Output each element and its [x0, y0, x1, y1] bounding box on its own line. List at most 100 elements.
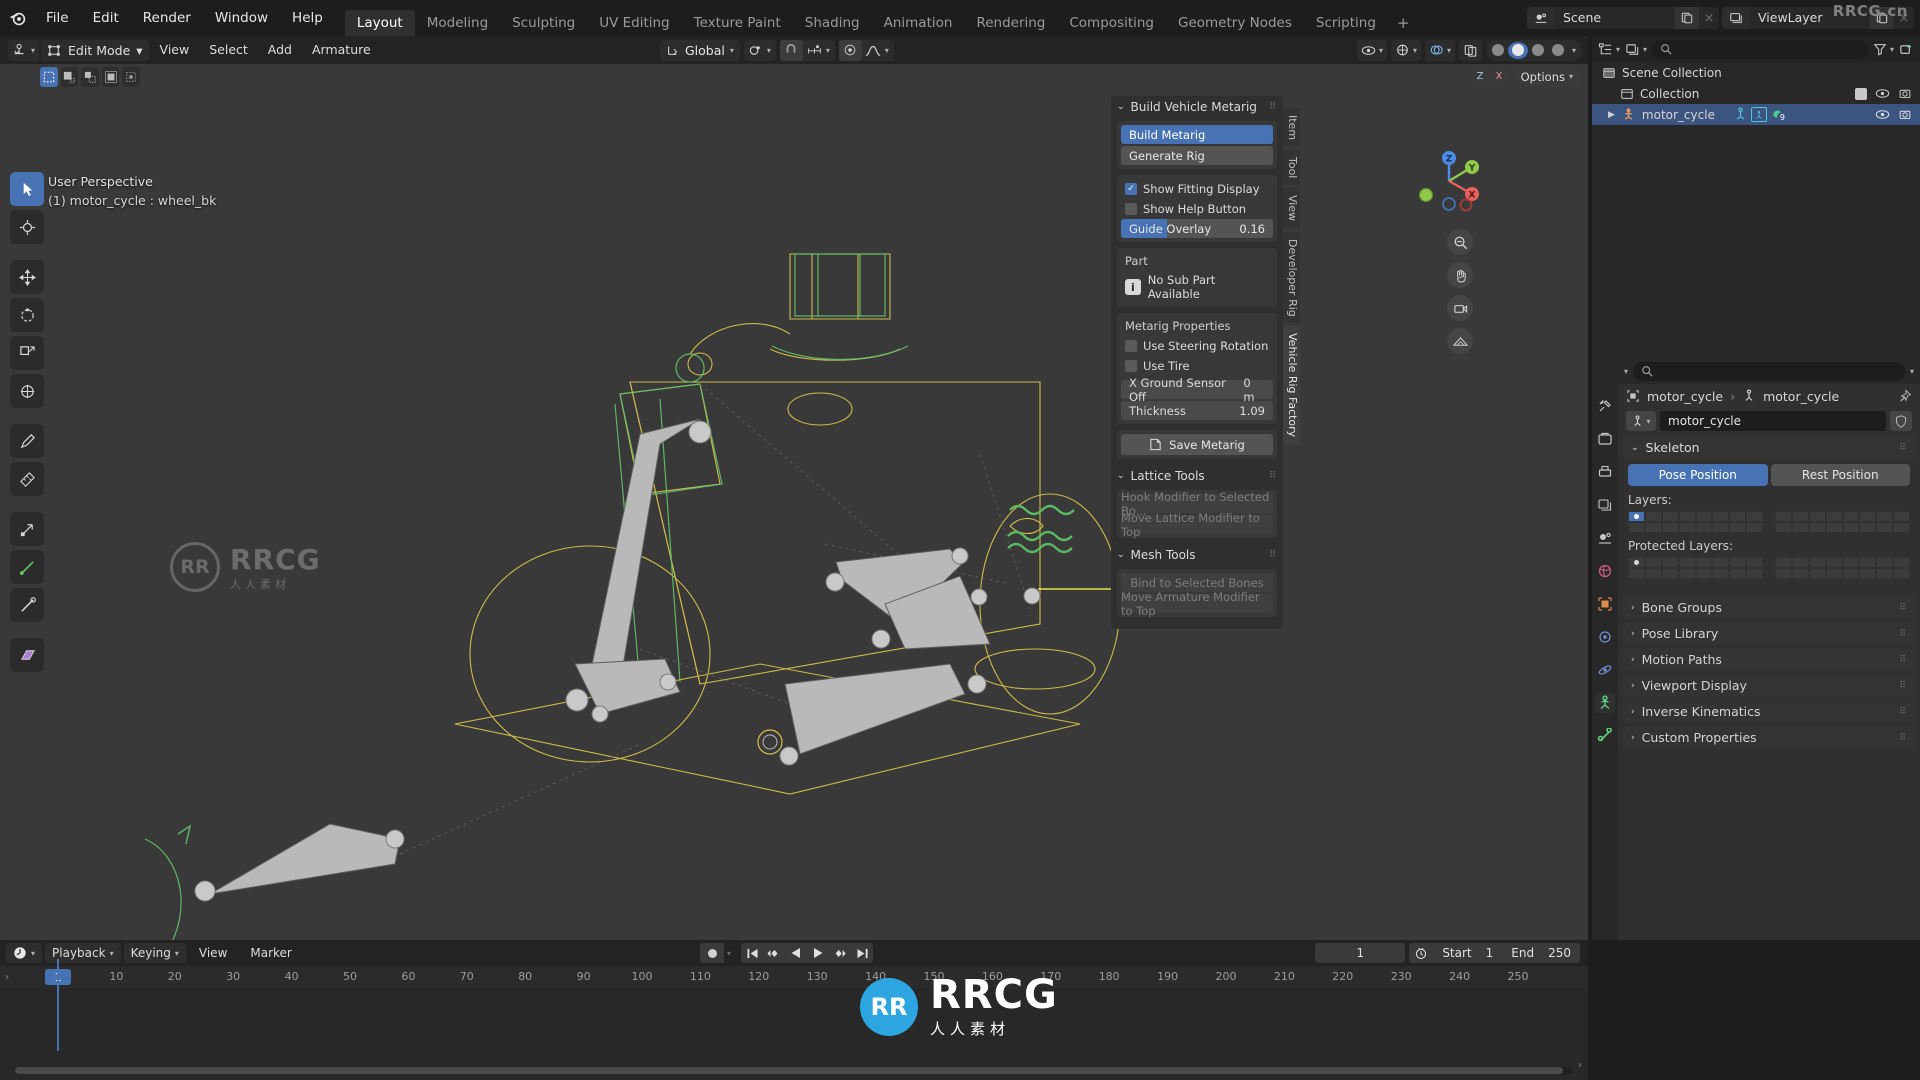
protected-grid-right[interactable] — [1775, 557, 1910, 579]
protected-layer-cell[interactable] — [1729, 568, 1747, 579]
layer-cell[interactable] — [1746, 511, 1763, 522]
disclosure-triangle-icon[interactable]: ▶ — [1608, 110, 1615, 120]
panel-header-lattice-tools[interactable]: ⌄ Lattice Tools ⠿ — [1111, 465, 1283, 487]
layer-cell[interactable] — [1628, 511, 1645, 522]
properties-search-field[interactable] — [1658, 364, 1897, 378]
timeline-menu-keying[interactable]: Keying ▾ — [123, 943, 186, 963]
timeline-ruler[interactable]: › 10 20 30 40 50 60 70 80 90 100 110 120 130 140 150 16… — [0, 966, 1588, 988]
properties-tab-bone[interactable] — [1595, 726, 1615, 746]
menu-render[interactable]: Render — [131, 0, 203, 36]
pin-icon[interactable] — [1898, 389, 1912, 403]
sidebar-tab-vehicle-rig-factory[interactable]: Vehicle Rig Factory — [1283, 326, 1300, 445]
menu-help[interactable]: Help — [280, 0, 335, 36]
guide-overlay-slider[interactable]: Guide Overlay 0.16 — [1121, 219, 1273, 238]
protected-layer-cell[interactable] — [1628, 568, 1645, 579]
workspace-tab-uv-editing[interactable]: UV Editing — [587, 10, 681, 36]
workspace-tab-geometry-nodes[interactable]: Geometry Nodes — [1166, 10, 1304, 36]
current-frame-field[interactable]: 1 — [1315, 943, 1406, 963]
layer-cell[interactable] — [1808, 522, 1826, 533]
use-tire-row[interactable]: Use Tire — [1121, 356, 1273, 376]
protected-layer-cell[interactable] — [1644, 568, 1662, 579]
protected-layer-cell[interactable] — [1678, 568, 1696, 579]
panel-header-pose-library[interactable]: › Pose Library ⠿ — [1623, 622, 1915, 645]
blender-logo-icon[interactable] — [0, 0, 34, 36]
generate-rig-button[interactable]: Generate Rig — [1121, 146, 1273, 165]
checkbox-icon[interactable] — [1855, 87, 1867, 100]
protected-layer-cell[interactable] — [1628, 557, 1645, 568]
workspace-tab-modeling[interactable]: Modeling — [415, 10, 500, 36]
checkbox-icon[interactable] — [1125, 203, 1137, 215]
protected-layer-cell[interactable] — [1842, 557, 1860, 568]
protected-layer-cell[interactable] — [1893, 568, 1910, 579]
camera-icon[interactable] — [1898, 108, 1912, 121]
frame-start-field[interactable]: Start 1 — [1433, 946, 1502, 960]
protected-layer-cell[interactable] — [1746, 568, 1763, 579]
outliner-editor-type-selector[interactable]: ▾ — [1598, 42, 1620, 57]
camera-icon[interactable] — [1898, 87, 1912, 100]
properties-options-icon[interactable]: ▾ — [1910, 367, 1914, 376]
protected-layer-cell[interactable] — [1661, 557, 1679, 568]
thickness-field[interactable]: Thickness 1.09 — [1121, 401, 1273, 420]
protected-layer-cell[interactable] — [1808, 568, 1826, 579]
panel-header-viewport-display[interactable]: › Viewport Display ⠿ — [1623, 674, 1915, 697]
layer-cell[interactable] — [1729, 522, 1747, 533]
viewport-options-button[interactable]: Options ▾ — [1513, 67, 1580, 86]
properties-tab-render[interactable] — [1595, 429, 1615, 449]
next-keyframe-icon[interactable] — [829, 943, 851, 963]
scene-selector[interactable]: Scene × — [1527, 7, 1719, 29]
rest-position-button[interactable]: Rest Position — [1770, 464, 1910, 486]
layer-cell[interactable] — [1791, 511, 1809, 522]
editor-type-icon[interactable]: ▾ — [1624, 367, 1628, 376]
interaction-mode-selector[interactable]: Edit Mode ▾ — [41, 39, 149, 61]
layers-grid-left[interactable] — [1628, 511, 1763, 533]
overlays-selector[interactable]: ▾ — [1424, 39, 1455, 61]
armature-layers-grid[interactable] — [1628, 511, 1910, 533]
zoom-icon[interactable] — [1447, 229, 1473, 255]
layer-cell[interactable] — [1746, 522, 1763, 533]
new-collection-button[interactable] — [1899, 42, 1914, 57]
protected-layer-cell[interactable] — [1746, 557, 1763, 568]
panel-header-inverse-kinematics[interactable]: › Inverse Kinematics ⠿ — [1623, 700, 1915, 723]
properties-tab-scene[interactable] — [1595, 528, 1615, 548]
outliner-row-motor-cycle[interactable]: ▶ motor_cycle 9 — [1592, 104, 1920, 125]
layer-cell[interactable] — [1712, 511, 1730, 522]
pivot-point-selector[interactable]: ▾ — [743, 39, 776, 61]
workspace-tab-layout[interactable]: Layout — [344, 10, 415, 36]
properties-tab-object[interactable] — [1595, 594, 1615, 614]
protected-layer-cell[interactable] — [1678, 557, 1696, 568]
viewport-menu-view[interactable]: View — [151, 36, 199, 64]
timeline-editor-type-selector[interactable]: ▾ — [6, 943, 43, 963]
layer-cell[interactable] — [1876, 522, 1894, 533]
properties-tab-tool[interactable] — [1595, 396, 1615, 416]
protected-layer-cell[interactable] — [1712, 568, 1730, 579]
protected-layer-cell[interactable] — [1876, 557, 1894, 568]
xray-toggle[interactable] — [1458, 39, 1482, 61]
workspace-tab-scripting[interactable]: Scripting — [1304, 10, 1388, 36]
layer-cell[interactable] — [1825, 511, 1843, 522]
wireframe-shading-button[interactable] — [1488, 42, 1508, 59]
play-icon[interactable] — [807, 943, 829, 963]
workspace-tab-shading[interactable]: Shading — [793, 10, 872, 36]
protected-layer-cell[interactable] — [1859, 557, 1877, 568]
layer-cell[interactable] — [1893, 511, 1910, 522]
layer-cell[interactable] — [1661, 511, 1679, 522]
workspace-tab-animation[interactable]: Animation — [872, 10, 965, 36]
layer-cell[interactable] — [1628, 522, 1645, 533]
layer-cell[interactable] — [1842, 522, 1860, 533]
layer-cell[interactable] — [1893, 522, 1910, 533]
visibility-selector[interactable]: ▾ — [1356, 39, 1387, 61]
datablock-name-field[interactable]: motor_cycle — [1660, 411, 1886, 431]
layer-cell[interactable] — [1825, 522, 1843, 533]
workspace-tab-rendering[interactable]: Rendering — [964, 10, 1057, 36]
protected-layer-cell[interactable] — [1825, 568, 1843, 579]
properties-tab-physics[interactable] — [1595, 660, 1615, 680]
viewport-menu-add[interactable]: Add — [259, 36, 301, 64]
panel-header-custom-properties[interactable]: › Custom Properties ⠿ — [1623, 726, 1915, 749]
pose-position-button[interactable]: Pose Position — [1628, 464, 1768, 486]
protected-layer-cell[interactable] — [1729, 557, 1747, 568]
snap-controls[interactable]: ▾ — [779, 39, 835, 61]
proportional-edit-controls[interactable]: ▾ — [838, 39, 894, 61]
layer-cell[interactable] — [1644, 511, 1662, 522]
protected-layer-cell[interactable] — [1859, 568, 1877, 579]
timeline-menu-view[interactable]: View — [189, 946, 237, 960]
